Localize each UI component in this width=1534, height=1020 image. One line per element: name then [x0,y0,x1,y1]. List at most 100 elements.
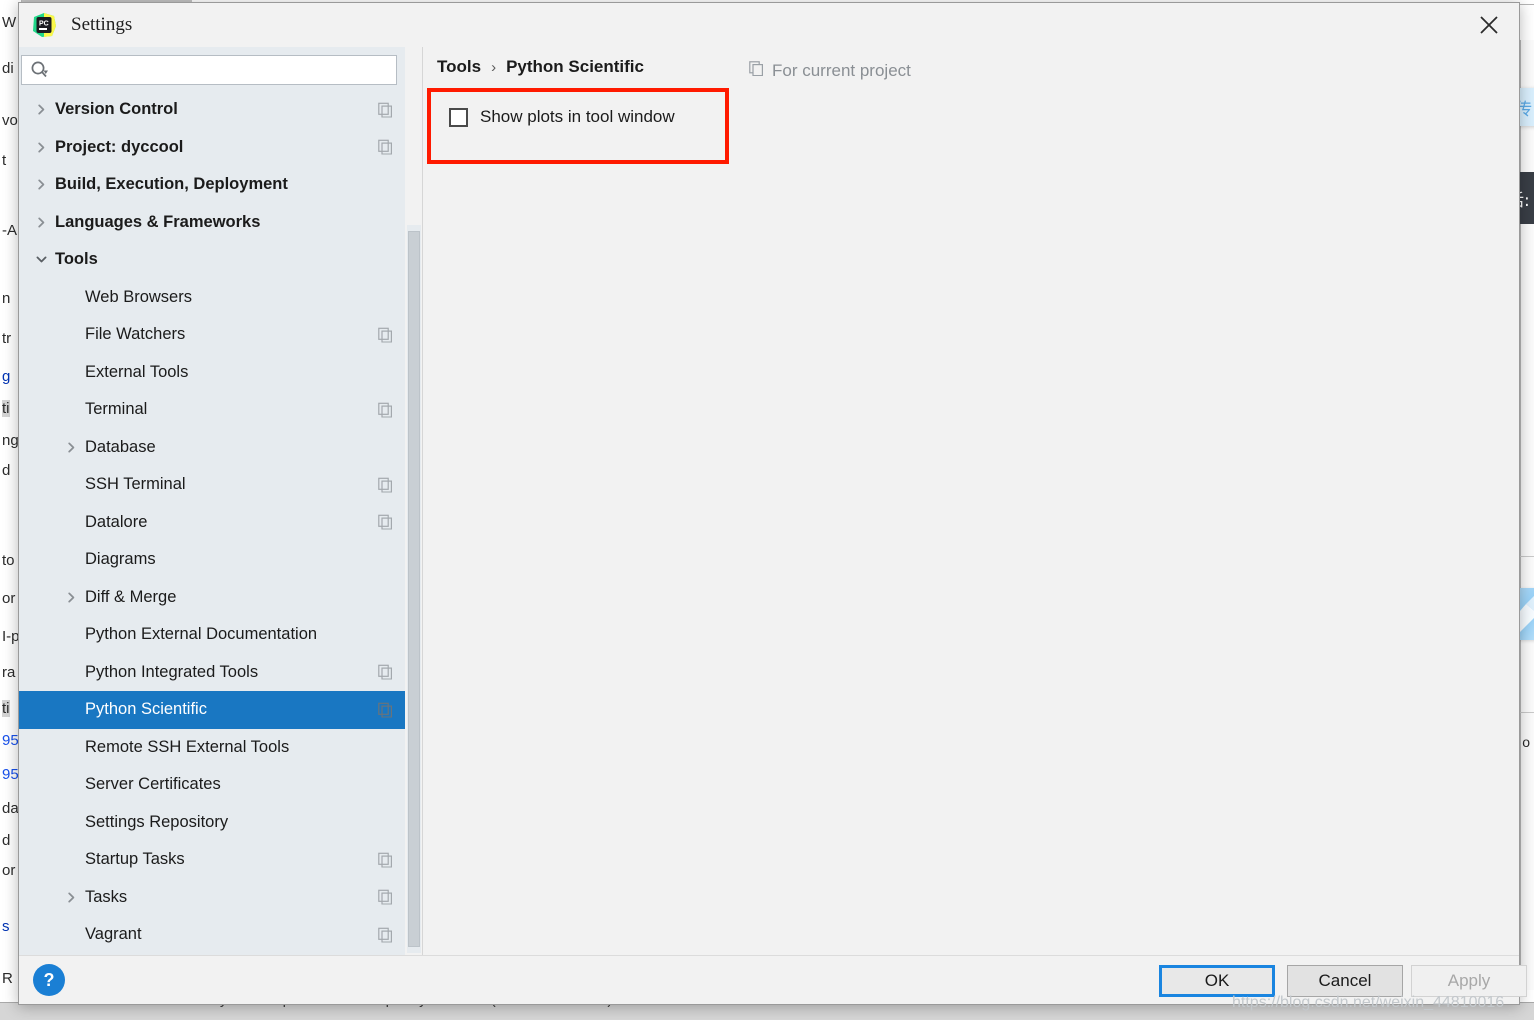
help-button[interactable]: ? [33,964,65,996]
sidebar-item-python-scientific[interactable]: Python Scientific [19,691,405,729]
chevron-right-icon[interactable] [63,439,79,455]
sidebar-item-label: Startup Tasks [85,850,185,869]
sidebar-item-file-watchers[interactable]: File Watchers [19,316,405,354]
copy-icon[interactable] [378,102,393,118]
background-text-fragment: W [2,14,17,31]
sidebar-item-label: Python External Documentation [85,625,318,644]
chevron-right-icon[interactable] [33,214,49,230]
chevron-right-icon: › [491,58,497,76]
copy-icon[interactable] [378,327,393,343]
dialog-titlebar: PC Settings [19,3,1519,47]
apply-button: Apply [1411,965,1527,997]
copy-icon[interactable] [378,139,393,155]
sidebar-item-label: Python Scientific [85,700,207,719]
sidebar-item-label: Languages & Frameworks [55,212,261,231]
sidebar-item-label: Web Browsers [85,287,192,306]
settings-dialog: PC Settings Version Control Project: dyc… [18,2,1527,1005]
sidebar-item-database[interactable]: Database [19,429,405,467]
copy-icon [749,61,764,81]
sidebar-item-version-control[interactable]: Version Control [19,91,405,129]
sidebar-item-terminal[interactable]: Terminal [19,391,405,429]
copy-icon[interactable] [378,664,393,680]
sidebar-item-label: Build, Execution, Deployment [55,175,288,194]
show-plots-checkbox[interactable] [449,107,468,127]
sidebar-item-remote-ssh-external-tools[interactable]: Remote SSH External Tools [19,729,405,767]
sidebar-item-datalore[interactable]: Datalore [19,504,405,542]
sidebar-item-python-integrated-tools[interactable]: Python Integrated Tools [19,654,405,692]
for-current-project: For current project [749,61,911,81]
copy-icon[interactable] [378,477,393,493]
sidebar-item-label: Tools [55,250,98,269]
background-text-fragment: to [2,552,15,569]
sidebar-item-label: File Watchers [85,325,186,344]
sidebar-item-external-tools[interactable]: External Tools [19,354,405,392]
sidebar-item-label: Remote SSH External Tools [85,737,290,756]
sidebar-scrollbar-thumb[interactable] [408,231,420,947]
sidebar-item-diff-merge[interactable]: Diff & Merge [19,579,405,617]
sidebar-item-label: Version Control [55,100,178,119]
annotation-rectangle: Show plots in tool window [427,88,729,164]
sidebar-item-project-dyccool[interactable]: Project: dyccool [19,129,405,167]
background-text-fragment: g [2,368,11,385]
sidebar-item-web-browsers[interactable]: Web Browsers [19,279,405,317]
background-text-fragment: ra [2,664,16,681]
sidebar-item-languages-frameworks[interactable]: Languages & Frameworks [19,204,405,242]
sidebar-item-label: Server Certificates [85,775,221,794]
search-input[interactable] [50,60,396,80]
breadcrumb-current: Python Scientific [506,57,644,76]
sidebar-item-label: Project: dyccool [55,137,184,156]
sidebar-item-python-external-documentation[interactable]: Python External Documentation [19,616,405,654]
ok-button[interactable]: OK [1159,965,1275,997]
for-current-project-label: For current project [772,61,911,80]
close-icon[interactable] [1459,3,1519,47]
show-plots-checkbox-row[interactable]: Show plots in tool window [449,107,675,127]
settings-tree[interactable]: Version Control Project: dyccool Build, Ex… [19,91,405,957]
sidebar-item-label: Python Integrated Tools [85,662,259,681]
breadcrumb-parent[interactable]: Tools [437,57,481,77]
dialog-title: Settings [71,14,133,35]
copy-icon[interactable] [378,702,393,718]
chevron-right-icon[interactable] [33,177,49,193]
sidebar-item-ssh-terminal[interactable]: SSH Terminal [19,466,405,504]
chevron-right-icon[interactable] [63,589,79,605]
background-text-fragment: d [2,462,11,479]
background-text-fragment: s [2,918,10,935]
cancel-button[interactable]: Cancel [1287,965,1403,997]
chevron-right-icon[interactable] [33,139,49,155]
sidebar-item-startup-tasks[interactable]: Startup Tasks [19,841,405,879]
sidebar-item-settings-repository[interactable]: Settings Repository [19,804,405,842]
copy-icon[interactable] [378,889,393,905]
breadcrumb: Tools › Python Scientific [437,57,644,77]
chevron-down-icon[interactable] [33,252,49,268]
settings-content: Tools › Python Scientific For current pr… [423,47,1519,957]
background-text-fragment: da [2,800,19,817]
background-right-text: o [1522,734,1530,750]
chevron-right-icon[interactable] [63,889,79,905]
copy-icon[interactable] [378,402,393,418]
sidebar-item-label: SSH Terminal [85,475,186,494]
background-text-fragment: R [2,970,13,987]
sidebar-item-tools[interactable]: Tools [19,241,405,279]
sidebar-item-vagrant[interactable]: Vagrant [19,916,405,954]
sidebar-item-server-certificates[interactable]: Server Certificates [19,766,405,804]
background-text-fragment: di [2,60,14,77]
chevron-right-icon[interactable] [33,102,49,118]
copy-icon[interactable] [378,514,393,530]
sidebar-item-build-execution-deployment[interactable]: Build, Execution, Deployment [19,166,405,204]
search-field[interactable] [21,55,397,85]
copy-icon[interactable] [378,852,393,868]
sidebar-item-diagrams[interactable]: Diagrams [19,541,405,579]
sidebar-scrollbar[interactable] [407,225,421,953]
sidebar-item-tasks[interactable]: Tasks [19,879,405,917]
background-text-fragment: -A [2,222,17,239]
sidebar-item-label: Datalore [85,512,148,531]
copy-icon[interactable] [378,927,393,943]
